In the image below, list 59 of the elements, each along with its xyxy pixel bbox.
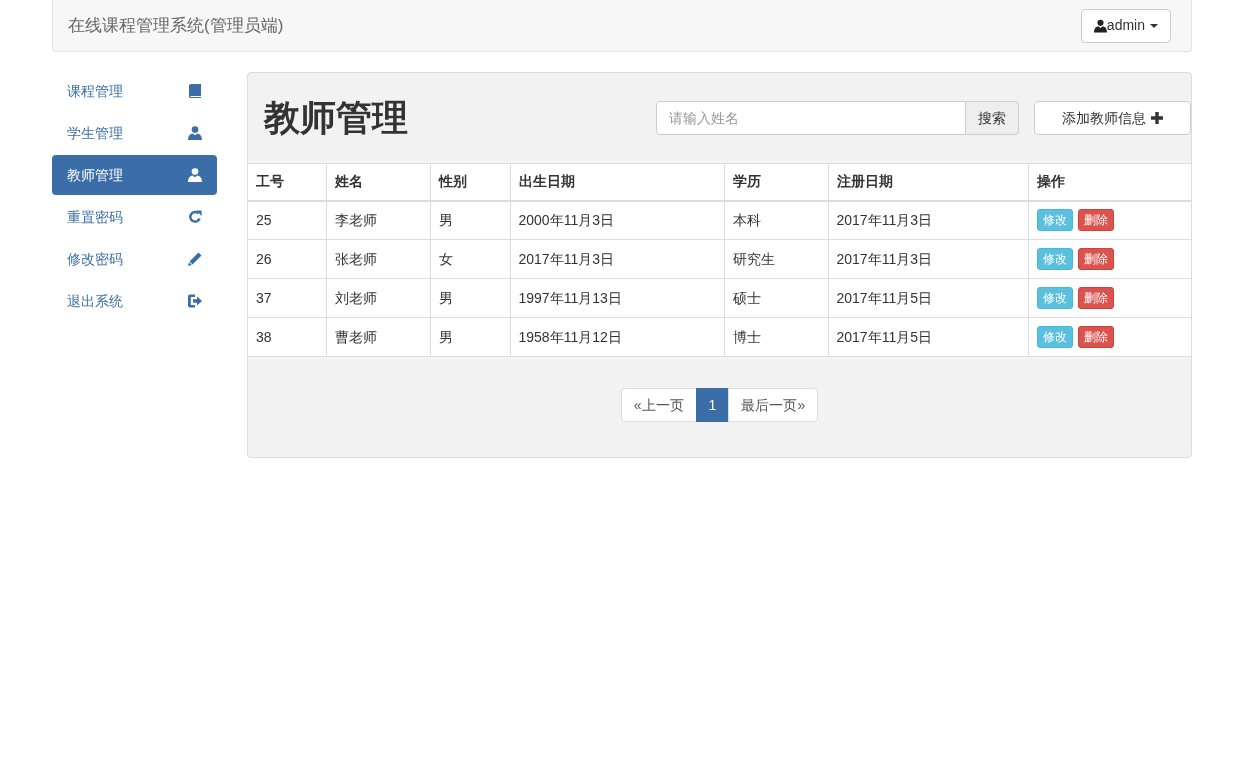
- book-icon: [188, 84, 202, 98]
- table-cell: 博士: [724, 317, 828, 357]
- sidebar-item[interactable]: 教师管理: [52, 155, 217, 195]
- table-cell: 曹老师: [326, 317, 430, 357]
- column-header: 性别: [430, 163, 510, 201]
- table-cell: 本科: [724, 200, 828, 240]
- table-cell: 2017年11月3日: [510, 239, 724, 279]
- sidebar-item[interactable]: 重置密码: [52, 197, 217, 237]
- search-button[interactable]: 搜索: [966, 101, 1019, 135]
- delete-button[interactable]: 删除: [1077, 248, 1114, 270]
- table-cell: 张老师: [326, 239, 430, 279]
- sidebar-item[interactable]: 修改密码: [52, 239, 217, 279]
- search-field[interactable]: 请输入姓名: [656, 101, 966, 135]
- app-title[interactable]: 在线课程管理系统(管理员端): [68, 12, 284, 39]
- table-cell: 37: [248, 278, 326, 318]
- delete-button[interactable]: 删除: [1077, 287, 1114, 309]
- table-cell: 2017年11月5日: [828, 317, 1028, 357]
- delete-button[interactable]: 删除: [1077, 326, 1114, 348]
- table-cell: 25: [248, 200, 326, 240]
- sidebar-item[interactable]: 课程管理: [52, 71, 217, 111]
- user-icon: [1093, 18, 1107, 33]
- table-cell: 男: [430, 200, 510, 240]
- table-cell: 26: [248, 239, 326, 279]
- table-cell: 38: [248, 317, 326, 357]
- plus-icon: [1151, 112, 1163, 124]
- pagination-button[interactable]: 1: [695, 388, 730, 422]
- column-header: 姓名: [326, 163, 430, 201]
- page-title: 教师管理: [264, 96, 408, 140]
- table-cell: 1997年11月13日: [510, 278, 724, 318]
- table-cell: 硕士: [724, 278, 828, 318]
- pagination-button[interactable]: 最后一页»: [728, 388, 819, 422]
- user-menu-button[interactable]: admin: [1080, 8, 1171, 43]
- sidebar-item[interactable]: 退出系统: [52, 281, 217, 321]
- column-header: 出生日期: [510, 163, 724, 201]
- pencil-icon: [188, 252, 202, 266]
- pagination-button[interactable]: «上一页: [620, 388, 697, 422]
- table-cell: 2000年11月3日: [510, 200, 724, 240]
- table-cell: 2017年11月3日: [828, 239, 1028, 279]
- sidebar-item[interactable]: 学生管理: [52, 113, 217, 153]
- table-cell: 1958年11月12日: [510, 317, 724, 357]
- table-cell: 女: [430, 239, 510, 279]
- caret-icon: [1150, 23, 1158, 28]
- column-header: 注册日期: [828, 163, 1028, 201]
- table-cell: 男: [430, 278, 510, 318]
- table-cell: 李老师: [326, 200, 430, 240]
- table-cell: 刘老师: [326, 278, 430, 318]
- user-icon: [188, 126, 202, 140]
- logout-icon: [188, 294, 202, 308]
- add-teacher-button[interactable]: 添加教师信息: [1034, 101, 1191, 135]
- table-cell: 男: [430, 317, 510, 357]
- table-cell: 2017年11月5日: [828, 278, 1028, 318]
- table-cell: 2017年11月3日: [828, 200, 1028, 240]
- table-cell: 研究生: [724, 239, 828, 279]
- user-icon: [188, 168, 202, 182]
- refresh-icon: [188, 210, 202, 224]
- column-header: 学历: [724, 163, 828, 201]
- column-header: 工号: [248, 163, 326, 201]
- column-header: 操作: [1028, 163, 1191, 201]
- delete-button[interactable]: 删除: [1077, 209, 1114, 232]
